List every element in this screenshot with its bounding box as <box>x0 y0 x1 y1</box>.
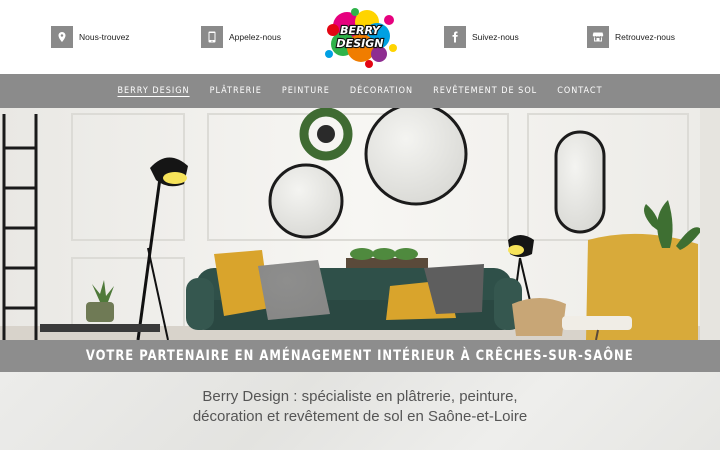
storefront-icon <box>587 26 609 48</box>
nav-item-platrerie[interactable]: Plâtrerie <box>210 86 262 96</box>
nav-item-contact[interactable]: Contact <box>557 86 602 96</box>
follow-us-label: Suivez-nous <box>472 32 519 42</box>
page: Nous-trouvez Appelez-nous BERRY DESIGN S… <box>0 0 720 450</box>
visit-us-link[interactable]: Retrouvez-nous <box>587 26 675 48</box>
hero-title: Votre partenaire en aménagement intérieu… <box>86 348 634 364</box>
find-us-label: Nous-trouvez <box>79 32 130 42</box>
svg-text:BERRY: BERRY <box>340 24 381 37</box>
visit-us-label: Retrouvez-nous <box>615 32 676 42</box>
nav-item-decoration[interactable]: Décoration <box>350 86 413 96</box>
call-us-label: Appelez-nous <box>229 32 281 42</box>
nav-item-peinture[interactable]: Peinture <box>282 86 330 96</box>
call-us-link[interactable]: Appelez-nous <box>201 26 281 48</box>
find-us-link[interactable]: Nous-trouvez <box>51 26 130 48</box>
berry-design-logo[interactable]: BERRY DESIGN <box>317 4 403 70</box>
site-header: Nous-trouvez Appelez-nous BERRY DESIGN S… <box>0 0 720 74</box>
main-nav: Berry Design Plâtrerie Peinture Décorati… <box>0 74 720 108</box>
intro-line-1: Berry Design : spécialiste en plâtrerie,… <box>202 388 518 405</box>
facebook-icon <box>444 26 466 48</box>
intro-line-2: décoration et revêtement de sol en Saône… <box>192 408 528 425</box>
follow-us-link[interactable]: Suivez-nous <box>444 26 519 48</box>
map-pin-icon <box>51 26 73 48</box>
intro-section: Berry Design : spécialiste en plâtrerie,… <box>0 372 720 450</box>
nav-item-revetement-de-sol[interactable]: Revêtement de sol <box>433 86 537 96</box>
hero-banner: Votre partenaire en aménagement intérieu… <box>0 340 720 372</box>
nav-item-berry-design[interactable]: Berry Design <box>117 86 189 96</box>
phone-icon <box>201 26 223 48</box>
hero-image <box>0 108 720 340</box>
svg-text:DESIGN: DESIGN <box>337 37 384 50</box>
